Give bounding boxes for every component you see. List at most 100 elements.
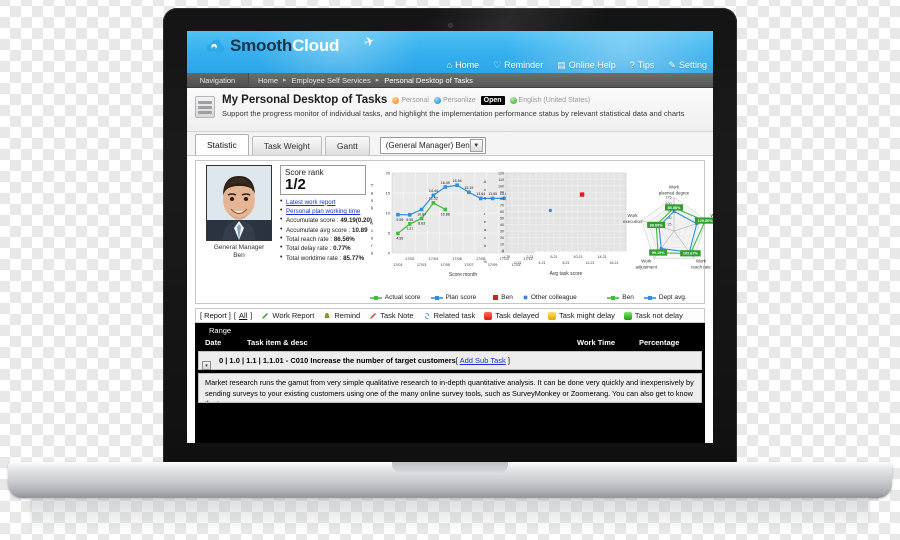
- svg-text:120.50%: 120.50%: [698, 219, 713, 223]
- label-total-worktime-rate: Total worktime rate :: [286, 254, 344, 262]
- legend-label-plan-score: Plan score: [445, 294, 477, 301]
- list-item-total-reach-rate: Total reach rate : 86.56%: [280, 234, 366, 245]
- green-badge-icon: [623, 311, 632, 320]
- score-rank-box: Score rank 1/2: [280, 165, 366, 195]
- chevron-right-icon: ▸: [283, 77, 287, 84]
- list-item-total-worktime-rate: Total worktime rate : 85.77%: [280, 252, 366, 263]
- action-remind[interactable]: Remind: [323, 311, 360, 320]
- breadcrumb-item-current[interactable]: Personal Desktop of Tasks: [384, 76, 473, 85]
- list-item-accumulate-score: Accumulate score : 49.19(0.20): [280, 215, 372, 226]
- task-description: Market research runs the gamut from very…: [198, 373, 702, 403]
- legend-other-colleague: Other colleague: [523, 294, 577, 301]
- svg-text:17/04: 17/04: [429, 257, 439, 261]
- red-badge-icon: [484, 311, 493, 320]
- add-sub-task-link[interactable]: Add Sub Task: [460, 356, 506, 365]
- link-icon: [424, 312, 429, 319]
- svg-text:17/03: 17/03: [417, 263, 427, 267]
- svg-text:reach rate: reach rate: [691, 265, 711, 270]
- action-label-task-not-delay: Task not delay: [634, 311, 683, 320]
- nav-item-home[interactable]: ⌂ Home: [447, 60, 479, 70]
- svg-text:17/07: 17/07: [464, 263, 474, 267]
- tab-task-weight[interactable]: Task Weight: [251, 136, 322, 155]
- svg-text:70: 70: [500, 204, 504, 208]
- chip-personlize[interactable]: Personlize: [433, 96, 476, 104]
- profile-caption: General Manager Ben: [214, 244, 265, 260]
- action-task-might-delay[interactable]: Task might delay: [548, 311, 615, 320]
- action-task-not-delay[interactable]: Task not delay: [623, 311, 683, 320]
- wrench-icon: ✎: [668, 59, 676, 70]
- all-link[interactable]: All: [239, 311, 247, 320]
- action-label-work-report: Work Report: [272, 311, 315, 320]
- svg-text:16.94: 16.94: [453, 179, 462, 183]
- svg-text:10.87: 10.87: [417, 213, 426, 217]
- action-related-task[interactable]: Related task: [423, 311, 475, 320]
- svg-text:T: T: [371, 183, 374, 188]
- breadcrumb-label: Navigation: [187, 73, 249, 87]
- svg-text:c: c: [484, 235, 486, 240]
- expander-toggle[interactable]: ▾: [202, 361, 211, 370]
- svg-text:o: o: [371, 236, 374, 241]
- chip-language[interactable]: English (United States): [509, 96, 590, 104]
- legend-marker-plan: [430, 295, 443, 300]
- link-personal-plan-working-time[interactable]: Personal plan working time: [286, 208, 360, 215]
- breadcrumb-item-employee-self-services[interactable]: Employee Self Services: [292, 76, 371, 85]
- svg-text:s: s: [371, 198, 373, 203]
- user-select-value: (General Manager) Ben: [385, 141, 470, 150]
- svg-text:A: A: [484, 179, 487, 184]
- profile-card: General Manager Ben: [200, 165, 278, 301]
- breadcrumb: Navigation Home ▸ Employee Self Services…: [187, 73, 713, 88]
- cloud-icon: [206, 38, 225, 53]
- breadcrumb-items: Home ▸ Employee Self Services ▸ Personal…: [249, 76, 473, 85]
- svg-text:15.19: 15.19: [464, 186, 473, 190]
- chevron-right-icon-2: ▸: [375, 77, 380, 84]
- score-rank-value: 1/2: [285, 176, 306, 193]
- svg-text:10: 10: [386, 211, 391, 216]
- bell-icon: [324, 312, 330, 318]
- brand-logo[interactable]: SmoothCloud: [206, 37, 339, 54]
- action-work-report[interactable]: Work Report: [261, 311, 314, 320]
- nav-item-tips[interactable]: ? Tips: [630, 60, 655, 70]
- label-total-delay-rate: Total delay rate :: [286, 245, 334, 253]
- nav-item-reminder[interactable]: ♡ Reminder: [493, 60, 543, 70]
- nav-item-online-help[interactable]: ▤ Online Help: [557, 60, 616, 70]
- legend-marker-actual: [369, 295, 382, 300]
- page-title: My Personal Desktop of Tasks: [222, 94, 388, 106]
- legend-actual-score: Actual score: [369, 294, 421, 301]
- table-row[interactable]: ▾ 0 | 1.0 | 1.1 | 1.1.01 - C010 Increase…: [198, 351, 702, 370]
- task-table: Range Date Task item & desc Work Time Pe…: [195, 323, 705, 443]
- svg-text:a: a: [484, 227, 487, 232]
- user-select[interactable]: (General Manager) Ben ▼: [379, 137, 486, 154]
- table-header-row: Date Task item & desc Work Time Percenta…: [195, 337, 705, 348]
- svg-text:e: e: [371, 251, 374, 256]
- report-group: [ Report ] [ All ]: [200, 311, 252, 320]
- tab-statistic[interactable]: Statistic: [195, 134, 249, 155]
- line-chart-cell: 0 5 10 15 20 Ta s k s c o r e 17/01 17/02 17/03 17/04 17/…: [368, 165, 535, 301]
- list-item-latest-work-report[interactable]: Latest work report: [280, 197, 366, 208]
- nav-label-tips: Tips: [637, 60, 655, 70]
- pencil-green-icon: [262, 312, 269, 319]
- scatter-chart-cell: -1 0 10 20 30 40 50 60 70 80 90 100 110 120 Av g r e a c h% -…: [480, 165, 627, 301]
- action-task-delayed[interactable]: Task delayed: [484, 311, 539, 320]
- nav-label-online-help: Online Help: [568, 60, 616, 70]
- task-title: Increase the number of target customers: [310, 356, 456, 365]
- svg-text:100: 100: [498, 184, 504, 188]
- svg-text:85.58%: 85.58%: [668, 206, 682, 210]
- svg-text:17/02: 17/02: [405, 257, 415, 261]
- breadcrumb-item-home[interactable]: Home: [258, 76, 278, 85]
- report-link[interactable]: [ Report ]: [200, 311, 231, 320]
- action-task-note[interactable]: Task Note: [369, 311, 414, 320]
- nav-item-setting[interactable]: ✎ Setting: [668, 60, 707, 70]
- bell-icon: ♡: [493, 59, 502, 70]
- svg-text:69.00%: 69.00%: [650, 223, 664, 227]
- chip-personal[interactable]: Personal: [392, 96, 429, 104]
- value-total-worktime-rate: 85.77%: [343, 254, 365, 262]
- list-item-personal-plan-working-time[interactable]: Personal plan working time: [280, 206, 366, 217]
- radar-chart[interactable]: 255075100125Workplanned degreeWorkeffici…: [592, 165, 713, 293]
- link-latest-work-report[interactable]: Latest work report: [286, 199, 336, 206]
- svg-text:40: 40: [500, 223, 504, 227]
- tab-gantt[interactable]: Gantt: [324, 136, 370, 155]
- svg-text:20: 20: [500, 236, 504, 240]
- svg-text:8.21: 8.21: [563, 261, 570, 265]
- brand-first: Smooth: [230, 36, 293, 55]
- svg-text:30: 30: [500, 229, 504, 233]
